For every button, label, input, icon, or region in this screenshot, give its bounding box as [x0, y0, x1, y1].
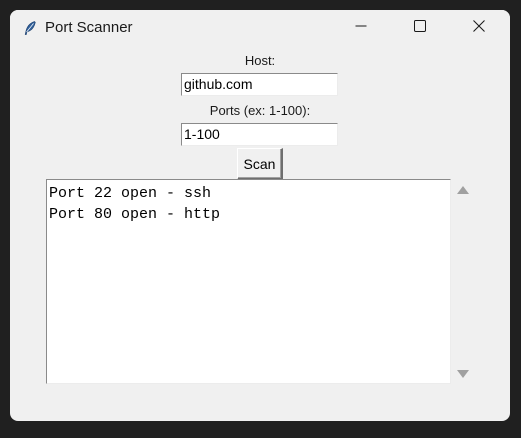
minimize-icon	[355, 19, 367, 37]
output-line: Port 80 open - http	[49, 206, 221, 223]
vertical-scrollbar[interactable]	[453, 179, 473, 384]
minimize-button[interactable]	[332, 10, 390, 46]
scan-button[interactable]: Scan	[237, 148, 283, 180]
app-window: Port Scanner Host: github.com Ports (ex:…	[10, 10, 510, 421]
close-icon	[473, 19, 485, 37]
scroll-up-arrow-icon[interactable]	[457, 186, 469, 194]
title-bar[interactable]: Port Scanner	[10, 10, 510, 46]
window-title: Port Scanner	[45, 19, 133, 36]
maximize-button[interactable]	[391, 10, 449, 46]
host-input[interactable]: github.com	[181, 73, 338, 96]
host-label: Host:	[244, 53, 276, 68]
ports-input[interactable]: 1-100	[181, 123, 338, 146]
scroll-down-arrow-icon[interactable]	[457, 370, 469, 378]
feather-icon	[22, 20, 38, 36]
output-line: Port 22 open - ssh	[49, 185, 212, 202]
maximize-icon	[414, 19, 426, 37]
output-text-area[interactable]: Port 22 open - ssh Port 80 open - http	[46, 179, 451, 384]
close-button[interactable]	[450, 10, 508, 46]
ports-label: Ports (ex: 1-100):	[209, 103, 311, 118]
